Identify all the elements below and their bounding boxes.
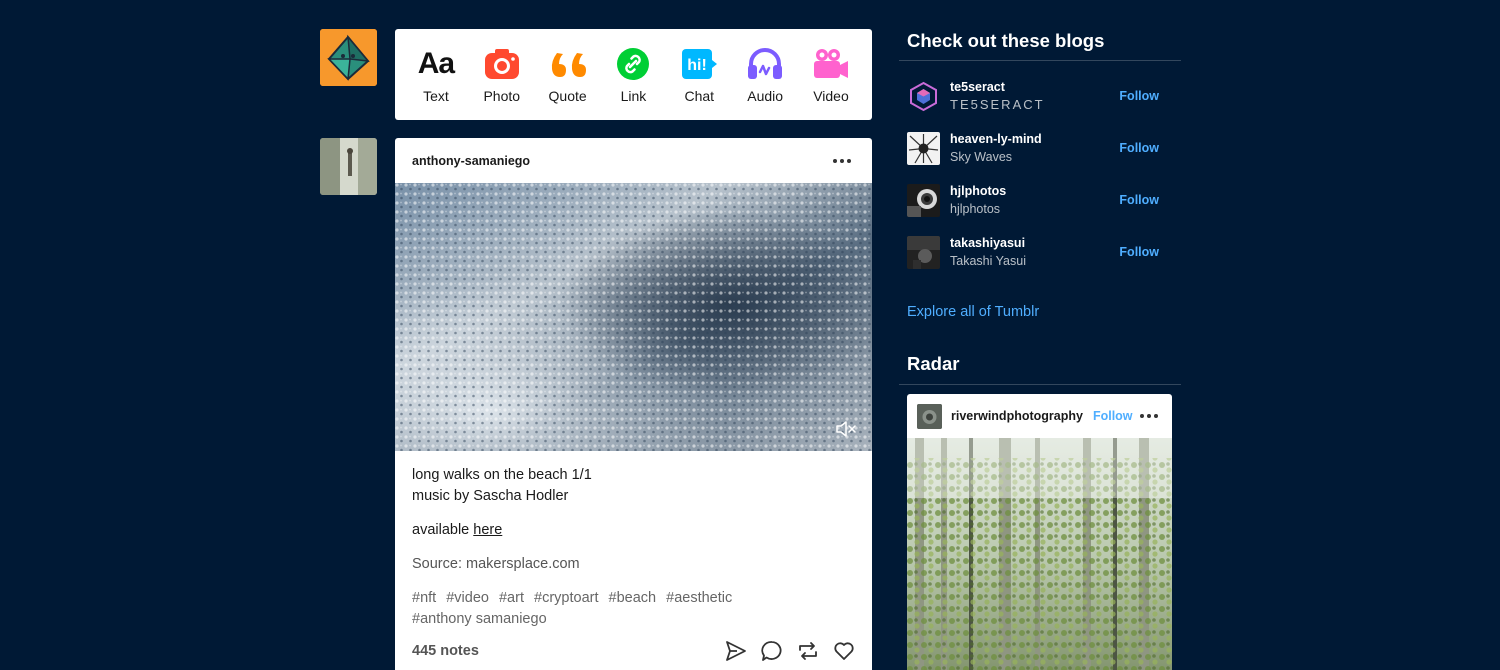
- video-camera-icon: [813, 48, 848, 78]
- post-type-label: Text: [423, 87, 449, 104]
- post-type-link[interactable]: Link: [603, 46, 663, 104]
- post-more-options-icon[interactable]: [829, 155, 855, 167]
- post-tag[interactable]: #aesthetic: [666, 590, 732, 606]
- post-type-label: Video: [813, 87, 849, 104]
- radar-more-options-icon[interactable]: [1136, 410, 1162, 422]
- recommended-blog-row[interactable]: hjlphotos hjlphotos Follow: [907, 182, 1172, 218]
- te5seract-avatar-image: [907, 79, 940, 113]
- chat-hi-icon: hi!: [682, 48, 718, 79]
- post-available: available here: [412, 520, 855, 541]
- forest-photo: [907, 438, 1172, 670]
- radar-post-image[interactable]: [907, 438, 1172, 670]
- like-heart-icon[interactable]: [833, 640, 855, 662]
- radar-blog-avatar[interactable]: [917, 403, 942, 429]
- post-caption-line-2: music by Sascha Hodler: [412, 488, 569, 504]
- post-blog-name[interactable]: anthony-samaniego: [412, 154, 530, 168]
- follow-button[interactable]: Follow: [1119, 193, 1159, 207]
- post-type-label: Quote: [548, 87, 587, 104]
- blog-name[interactable]: takashiyasui: [950, 235, 1119, 252]
- blog-title: TE5SERACT: [950, 96, 1045, 112]
- radar-title: Radar: [907, 353, 960, 374]
- post-actions: [725, 640, 855, 662]
- dashboard-post: anthony-samaniego long walks on the beac…: [395, 138, 872, 670]
- post-caption: long walks on the beach 1/1 music by Sas…: [412, 465, 855, 507]
- hjlphotos-avatar-image: [907, 183, 940, 217]
- radar-post: riverwindphotography Follow: [907, 394, 1172, 670]
- blog-title: Takashi Yasui: [950, 253, 1026, 268]
- post-type-audio[interactable]: Audio: [735, 46, 795, 104]
- post-footer: 445 notes: [395, 640, 872, 662]
- post-tag[interactable]: #video: [446, 590, 489, 606]
- post-author-avatar-image: [320, 138, 377, 195]
- blog-avatar[interactable]: [907, 131, 940, 165]
- mute-icon[interactable]: [836, 421, 856, 437]
- post-type-chat[interactable]: hi! Chat: [669, 46, 729, 104]
- post-type-label: Chat: [684, 87, 715, 104]
- quote-icon: [551, 52, 586, 77]
- follow-button[interactable]: Follow: [1119, 245, 1159, 259]
- radar-follow-button[interactable]: Follow: [1093, 409, 1133, 423]
- camera-icon: [484, 48, 519, 79]
- text-aa-icon: Aa: [417, 46, 455, 80]
- post-tag[interactable]: #art: [499, 590, 524, 606]
- link-icon: [617, 47, 650, 80]
- recommended-divider: [899, 60, 1181, 61]
- reply-comment-icon[interactable]: [761, 640, 783, 662]
- blog-name[interactable]: hjlphotos: [950, 183, 1119, 200]
- user-avatar-shape-icon: [320, 29, 377, 86]
- blog-avatar[interactable]: [907, 183, 940, 217]
- post-available-prefix: available: [412, 522, 474, 538]
- recommended-blog-row[interactable]: heaven-ly-mind Sky Waves Follow: [907, 130, 1172, 166]
- radar-divider: [899, 384, 1181, 385]
- post-type-label: Photo: [483, 87, 521, 104]
- post-notes-count[interactable]: 445 notes: [412, 643, 479, 659]
- blog-name[interactable]: te5seract: [950, 79, 1119, 96]
- explore-all-link[interactable]: Explore all of Tumblr: [907, 304, 1039, 320]
- post-video-frame: [395, 183, 872, 451]
- radar-blog-name[interactable]: riverwindphotography: [951, 409, 1083, 423]
- post-type-photo[interactable]: Photo: [472, 46, 532, 104]
- follow-button[interactable]: Follow: [1119, 141, 1159, 155]
- post-tag[interactable]: #beach: [609, 590, 657, 606]
- recommended-blog-row[interactable]: te5seract TE5SERACT Follow: [907, 78, 1172, 114]
- heaven-ly-mind-avatar-image: [907, 131, 940, 165]
- post-caption-line-1: long walks on the beach 1/1: [412, 467, 592, 483]
- radar-avatar-image: [917, 403, 942, 429]
- blog-avatar[interactable]: [907, 235, 940, 269]
- user-avatar[interactable]: [320, 29, 377, 86]
- post-available-link[interactable]: here: [473, 522, 502, 538]
- post-body: long walks on the beach 1/1 music by Sas…: [395, 451, 872, 630]
- blog-name[interactable]: heaven-ly-mind: [950, 131, 1119, 148]
- follow-button[interactable]: Follow: [1119, 89, 1159, 103]
- share-send-icon[interactable]: [725, 640, 747, 662]
- blog-title: Sky Waves: [950, 149, 1013, 164]
- post-type-label: Audio: [747, 87, 784, 104]
- post-tag[interactable]: #cryptoart: [534, 590, 598, 606]
- post-type-video[interactable]: Video: [801, 46, 861, 104]
- blog-avatar[interactable]: [907, 79, 940, 113]
- post-tag[interactable]: #nft: [412, 590, 436, 606]
- chat-hi-glyph: hi!: [688, 57, 708, 74]
- post-source[interactable]: Source: makersplace.com: [412, 554, 855, 575]
- post-video[interactable]: [395, 183, 872, 451]
- post-type-text[interactable]: Aa Text: [406, 46, 466, 104]
- post-tags: #nft #video #art #cryptoart #beach #aest…: [412, 588, 855, 630]
- post-header: anthony-samaniego: [395, 138, 872, 183]
- recommended-blogs-title: Check out these blogs: [907, 30, 1105, 51]
- post-type-quote[interactable]: Quote: [538, 46, 598, 104]
- takashiyasui-avatar-image: [907, 235, 940, 269]
- radar-post-header: riverwindphotography Follow: [907, 394, 1172, 438]
- post-author-avatar[interactable]: [320, 138, 377, 195]
- post-type-bar: Aa Text Photo Quote Link hi! Chat Audio …: [395, 29, 872, 120]
- recommended-blog-row[interactable]: takashiyasui Takashi Yasui Follow: [907, 234, 1172, 270]
- reblog-icon[interactable]: [797, 640, 819, 662]
- post-type-label: Link: [620, 87, 647, 104]
- blog-title: hjlphotos: [950, 201, 1001, 216]
- post-tag[interactable]: #anthony samaniego: [412, 611, 547, 627]
- headphones-icon: [748, 47, 783, 79]
